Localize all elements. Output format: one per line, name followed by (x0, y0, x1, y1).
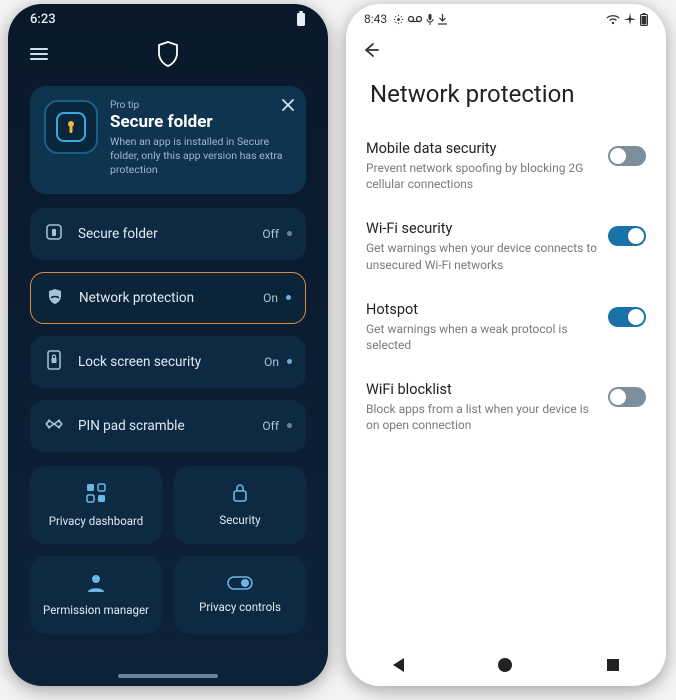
status-dot (286, 295, 291, 300)
tile-grid: Privacy dashboard Security Permission mana… (8, 452, 328, 634)
nav-home-button[interactable] (498, 658, 512, 672)
setting-desc: Get warnings when a weak protocol is sel… (366, 321, 598, 353)
setting-title: Wi-Fi security (366, 220, 598, 237)
status-right-cluster (606, 13, 648, 26)
arrow-left-icon (360, 40, 380, 60)
mic-icon (426, 14, 434, 25)
voicemail-icon (408, 15, 422, 23)
battery-icon (296, 11, 306, 27)
status-time: 6:23 (30, 12, 56, 27)
download-icon (438, 14, 447, 25)
network-shield-icon (45, 287, 65, 309)
keyhole-icon (56, 112, 86, 142)
feature-row-lock-screen-security[interactable]: Lock screen securityOn (30, 336, 306, 388)
menu-button[interactable] (30, 48, 48, 60)
nav-back-button[interactable] (393, 658, 404, 672)
feature-status: On (264, 355, 279, 369)
status-bar-left: 6:23 (8, 4, 328, 30)
toggle-hotspot[interactable] (608, 307, 646, 327)
left-phone: 6:23 Pro tip Secure folder When an app i… (8, 4, 328, 686)
gear-icon (393, 14, 404, 25)
tile-label: Security (219, 513, 260, 527)
battery-icon (640, 13, 648, 26)
tile-security[interactable]: Security (174, 466, 306, 544)
setting-desc: Prevent network spoofing by blocking 2G … (366, 160, 598, 192)
person-icon (86, 573, 106, 597)
status-dot (287, 359, 292, 364)
protip-body: Pro tip Secure folder When an app is ins… (110, 100, 290, 178)
home-indicator[interactable] (118, 674, 218, 678)
feature-row-network-protection[interactable]: Network protectionOn (30, 272, 306, 324)
right-phone: 8:43 Network protection Mobile data secu… (346, 4, 666, 686)
android-navbar (346, 644, 666, 686)
feature-row-pin-pad-scramble[interactable]: PIN pad scrambleOff (30, 400, 306, 452)
protip-desc: When an app is installed in Secure folde… (110, 135, 290, 178)
feature-row-secure-folder[interactable]: Secure folderOff (30, 208, 306, 260)
status-dot (287, 231, 292, 236)
setting-desc: Get warnings when your device connects t… (366, 240, 598, 272)
protip-app-icon (44, 100, 98, 154)
setting-title: Hotspot (366, 301, 598, 318)
feature-label: PIN pad scramble (78, 418, 262, 434)
tile-privacy-dashboard[interactable]: Privacy dashboard (30, 466, 162, 544)
feature-list: Secure folderOffNetwork protectionOnLock… (8, 208, 328, 452)
feature-status: Off (262, 227, 279, 241)
setting-row-hotspot[interactable]: Hotspot Get warnings when a weak protocol… (366, 287, 646, 367)
toggle-icon (227, 575, 253, 594)
setting-row-wifi-blocklist[interactable]: WiFi blocklist Block apps from a list whe… (366, 367, 646, 447)
tile-label: Privacy dashboard (49, 514, 144, 528)
setting-row-wi-fi-security[interactable]: Wi-Fi security Get warnings when your dev… (366, 206, 646, 286)
tile-permission-manager[interactable]: Permission manager (30, 556, 162, 634)
setting-text: Hotspot Get warnings when a weak protocol… (366, 301, 608, 353)
protip-close-button[interactable] (282, 96, 294, 115)
setting-text: Wi-Fi security Get warnings when your dev… (366, 220, 608, 272)
status-left-cluster: 8:43 (364, 12, 447, 26)
hamburger-icon (30, 48, 48, 60)
feature-status: Off (262, 419, 279, 433)
app-header (8, 30, 328, 78)
close-icon (282, 99, 294, 111)
toggle-wifi-blocklist[interactable] (608, 387, 646, 407)
shield-outline-icon (157, 41, 179, 67)
status-right-icons (296, 11, 306, 27)
feature-status: On (263, 291, 278, 305)
airplane-icon (624, 13, 636, 25)
pin-scramble-icon (44, 415, 64, 437)
nav-recent-button[interactable] (607, 659, 619, 671)
secure-folder-icon (44, 223, 64, 245)
settings-list: Mobile data security Prevent network spoo… (346, 126, 666, 448)
status-bar-right: 8:43 (346, 4, 666, 30)
feature-label: Secure folder (78, 226, 262, 242)
back-button[interactable] (360, 40, 380, 64)
tile-label: Privacy controls (199, 600, 281, 614)
feature-label: Network protection (79, 290, 263, 306)
toggle-mobile-data-security[interactable] (608, 146, 646, 166)
setting-desc: Block apps from a list when your device … (366, 401, 598, 433)
dashboard-icon (85, 482, 107, 508)
wifi-icon (606, 14, 620, 25)
back-row (346, 30, 666, 74)
toggle-wi-fi-security[interactable] (608, 226, 646, 246)
protip-kicker: Pro tip (110, 100, 290, 111)
page-title: Network protection (346, 74, 666, 126)
setting-title: Mobile data security (366, 140, 598, 157)
tile-label: Permission manager (43, 603, 149, 617)
status-time: 8:43 (364, 12, 387, 26)
protip-card[interactable]: Pro tip Secure folder When an app is ins… (30, 86, 306, 194)
tile-privacy-controls[interactable]: Privacy controls (174, 556, 306, 634)
setting-row-mobile-data-security[interactable]: Mobile data security Prevent network spoo… (366, 126, 646, 206)
setting-title: WiFi blocklist (366, 381, 598, 398)
lock-screen-icon (44, 350, 64, 374)
setting-text: WiFi blocklist Block apps from a list whe… (366, 381, 608, 433)
feature-label: Lock screen security (78, 354, 264, 370)
setting-text: Mobile data security Prevent network spoo… (366, 140, 608, 192)
lock-icon (231, 483, 249, 507)
status-dot (287, 423, 292, 428)
protip-title: Secure folder (110, 112, 290, 132)
status-notif-icons (393, 14, 447, 25)
